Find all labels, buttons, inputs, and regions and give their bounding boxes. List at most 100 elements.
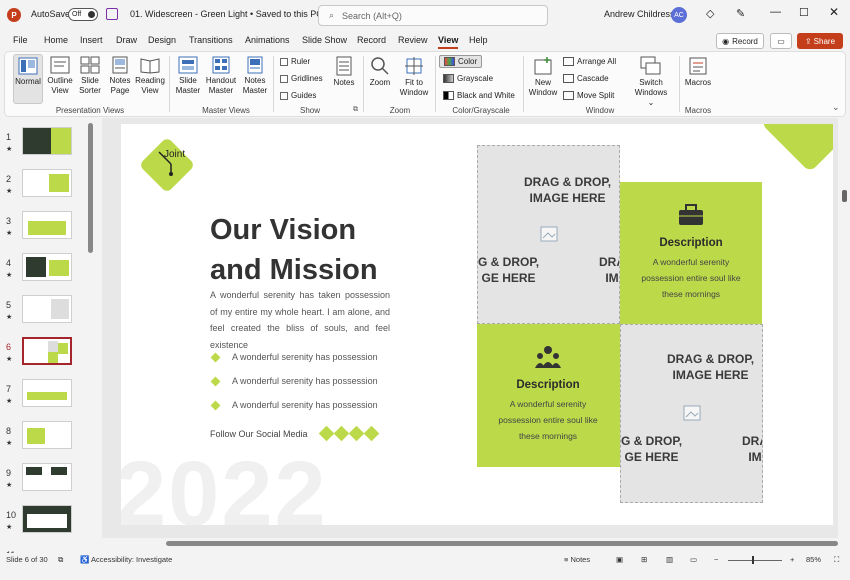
accessibility-status[interactable]: ♿ Accessibility: Investigate	[80, 555, 172, 564]
slide-thumbnail[interactable]: 7 ★	[0, 376, 90, 414]
switch-windows-button[interactable]: Switch Windows ⌄	[631, 56, 671, 108]
arrange-all-button[interactable]: Arrange All	[563, 57, 616, 66]
facebook-icon[interactable]	[318, 425, 335, 442]
black-and-white-button[interactable]: Black and White	[443, 91, 515, 100]
slide-thumbnail[interactable]: 3 ★	[0, 208, 90, 246]
outline-view-button[interactable]: Outline View	[45, 56, 75, 96]
zoom-level[interactable]: 85%	[806, 555, 821, 564]
minimize-icon[interactable]: —	[770, 6, 781, 18]
slide-thumbnail[interactable]: 8 ★	[0, 418, 90, 456]
guides-checkbox[interactable]: Guides	[280, 91, 316, 100]
search-box[interactable]: ⌕ Search (Alt+Q)	[318, 5, 548, 26]
zoom-out-icon[interactable]: −	[714, 555, 718, 564]
comments-button[interactable]: ▭	[770, 33, 792, 49]
star-icon: ★	[6, 272, 13, 279]
tab-record[interactable]: Record	[357, 35, 386, 45]
cascade-button[interactable]: Cascade	[563, 74, 609, 83]
maximize-icon[interactable]: ☐	[799, 6, 809, 19]
normal-view-icon	[18, 57, 38, 75]
fit-window-icon	[405, 57, 423, 75]
avatar[interactable]: AC	[671, 7, 687, 23]
diamond-icon[interactable]: ◇	[706, 7, 714, 20]
slide-thumbnail-current[interactable]: 6 ★	[0, 334, 90, 372]
tab-view[interactable]: View	[438, 35, 459, 49]
handout-master-button[interactable]: Handout Master	[203, 56, 239, 96]
star-icon: ★	[6, 188, 13, 195]
zoom-slider-thumb[interactable]	[752, 556, 754, 564]
tab-draw[interactable]: Draw	[116, 35, 137, 45]
grayscale-button[interactable]: Grayscale	[443, 74, 493, 83]
zoom-in-icon[interactable]: +	[790, 555, 794, 564]
ribbon-view: Normal Outline View Slide Sorter Notes Page…	[4, 51, 846, 117]
image-placeholder[interactable]: DRAG & DROP, IMAGE HERE G & DROP, GE HERE …	[620, 324, 763, 503]
tab-transitions[interactable]: Transitions	[189, 35, 233, 45]
new-window-button[interactable]: New Window	[527, 56, 559, 98]
reading-view-button[interactable]: Reading View	[133, 56, 167, 96]
slide-sorter-button[interactable]: Slide Sorter	[75, 56, 105, 96]
star-icon: ★	[6, 356, 13, 363]
reading-view-icon[interactable]: ▥	[666, 555, 673, 564]
spellcheck-icon[interactable]: ⧉	[58, 555, 63, 565]
slide-sorter-icon[interactable]: ⊞	[641, 555, 647, 564]
checkbox-icon	[280, 91, 288, 100]
zoom-magnifier-icon	[371, 57, 389, 75]
share-button[interactable]: ⇪ Share	[797, 33, 843, 49]
horizontal-scrollbar[interactable]	[166, 541, 838, 546]
linkedin-icon[interactable]	[363, 425, 380, 442]
normal-view-button[interactable]: Normal	[13, 54, 43, 104]
slide-thumbnail[interactable]: 4 ★	[0, 250, 90, 288]
gridlines-checkbox[interactable]: Gridlines	[280, 74, 323, 83]
vertical-scrollbar[interactable]	[842, 190, 847, 202]
zoom-button[interactable]: Zoom	[365, 56, 395, 88]
file-name[interactable]: 01. Widescreen - Green Light • Saved to …	[130, 9, 333, 20]
slide-6[interactable]: 2022 Joint Our Vision and Mission A wond…	[121, 124, 833, 525]
corner-decoration	[760, 124, 833, 173]
slideshow-icon[interactable]: ▭	[690, 555, 697, 564]
move-split-button[interactable]: Move Split	[563, 91, 614, 100]
slide-thumbnail[interactable]: 1 ★	[0, 124, 90, 162]
tab-file[interactable]: File	[13, 35, 28, 45]
zoom-slider[interactable]	[728, 560, 782, 561]
notes-toggle[interactable]: ≡ Notes	[564, 555, 590, 564]
normal-view-icon[interactable]: ▣	[616, 555, 623, 564]
slide-master-button[interactable]: Slide Master	[173, 56, 203, 96]
twitter-icon[interactable]	[333, 425, 350, 442]
tab-review[interactable]: Review	[398, 35, 428, 45]
autosave-label: AutoSave	[31, 9, 71, 19]
save-icon[interactable]	[106, 8, 118, 20]
tab-slide-show[interactable]: Slide Show	[302, 35, 347, 45]
ribbon-divider	[435, 56, 436, 112]
image-placeholder[interactable]: DRAG & DROP, IMAGE HERE G & DROP, GE HERE …	[477, 145, 620, 324]
notes-master-button[interactable]: Notes Master	[239, 56, 271, 96]
google-plus-icon[interactable]	[348, 425, 365, 442]
slide-thumbnail[interactable]: 9 ★	[0, 460, 90, 498]
group-zoom: Zoom	[389, 106, 411, 115]
record-button[interactable]: ◉ Record	[716, 33, 764, 49]
notes-button[interactable]: Notes	[329, 56, 359, 88]
tab-home[interactable]: Home	[44, 35, 68, 45]
tab-animations[interactable]: Animations	[245, 35, 290, 45]
slide-thumbnail[interactable]: 10 ★	[0, 502, 90, 540]
collapse-ribbon-icon[interactable]: ⌄	[832, 102, 840, 113]
slide-thumbnail[interactable]: 2 ★	[0, 166, 90, 204]
tab-help[interactable]: Help	[469, 35, 488, 45]
thumbnail-scrollbar[interactable]	[88, 123, 93, 253]
pen-icon[interactable]: ✎	[736, 7, 745, 20]
color-button[interactable]: Color	[439, 55, 483, 68]
star-icon: ★	[6, 230, 13, 237]
notes-icon: ≡	[564, 555, 569, 564]
fit-slide-icon[interactable]: ⛶	[834, 555, 839, 565]
ruler-checkbox[interactable]: Ruler	[280, 57, 310, 66]
slide-counter: Slide 6 of 30	[6, 555, 48, 564]
move-split-icon	[563, 91, 574, 100]
macros-button[interactable]: Macros	[681, 56, 715, 88]
briefcase-icon	[679, 204, 703, 225]
notes-page-button[interactable]: Notes Page	[105, 56, 135, 96]
close-icon[interactable]: ✕	[829, 5, 839, 19]
tab-design[interactable]: Design	[148, 35, 176, 45]
dialog-launcher-icon[interactable]: ⧉	[353, 106, 358, 114]
slide-thumbnail[interactable]: 5 ★	[0, 292, 90, 330]
tab-insert[interactable]: Insert	[80, 35, 103, 45]
fit-to-window-button[interactable]: Fit to Window	[397, 56, 431, 98]
autosave-toggle[interactable]: Off	[68, 8, 98, 21]
